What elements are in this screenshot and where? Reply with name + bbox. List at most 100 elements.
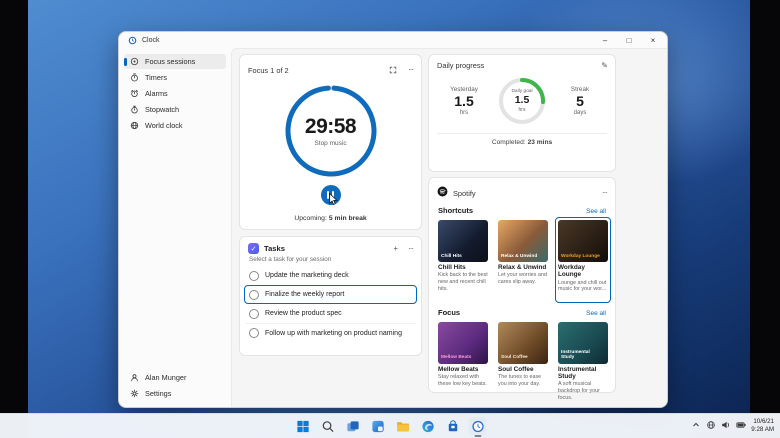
store-icon[interactable] bbox=[444, 417, 462, 435]
see-all-link[interactable]: See all bbox=[586, 208, 606, 215]
sidebar-item-label: Focus sessions bbox=[145, 57, 195, 66]
titlebar[interactable]: Clock – □ × bbox=[119, 32, 667, 48]
widgets-icon[interactable] bbox=[369, 417, 387, 435]
maximize-button[interactable]: □ bbox=[617, 32, 641, 48]
more-options-icon[interactable]: ··· bbox=[408, 245, 413, 253]
task-radio[interactable] bbox=[249, 290, 259, 300]
start-button[interactable] bbox=[294, 417, 312, 435]
tasks-subtitle: Select a task for your session bbox=[240, 256, 421, 266]
playlist-card-instrumental-study[interactable]: Instrumental Study Instrumental Study A … bbox=[555, 319, 611, 405]
expand-icon[interactable] bbox=[389, 61, 397, 79]
spotify-card: Spotify ··· Shortcuts See all Chill Hits… bbox=[428, 177, 616, 393]
playlist-card-relax-unwind[interactable]: Relax & Unwind Relax & Unwind Let your w… bbox=[495, 217, 551, 303]
avatar-icon bbox=[130, 373, 139, 382]
user-name: Alan Munger bbox=[145, 373, 186, 382]
daily-goal-ring: Daily goal 1.5 hrs bbox=[496, 75, 548, 127]
sidebar-item-timers[interactable]: Timers bbox=[124, 70, 226, 85]
playlist-card-workday-lounge[interactable]: Workday Lounge Workday Lounge Lounge and… bbox=[555, 217, 611, 303]
task-label: Finalize the weekly report bbox=[265, 291, 344, 298]
album-art-label: Soul Coffee bbox=[501, 355, 543, 360]
sidebar-item-user[interactable]: Alan Munger bbox=[124, 370, 226, 385]
globe-icon bbox=[130, 121, 139, 130]
sidebar-item-alarms[interactable]: Alarms bbox=[124, 86, 226, 101]
playlist-desc: Stay relaxed with these low key beats. bbox=[438, 374, 488, 394]
tray-overflow-caret-icon[interactable] bbox=[691, 417, 701, 435]
playlist-desc: Lounge and chill out music for your wor.… bbox=[558, 280, 608, 300]
task-item[interactable]: Review the product spec bbox=[245, 304, 416, 323]
album-art: Soul Coffee bbox=[498, 322, 548, 364]
album-art: Instrumental Study bbox=[558, 322, 608, 364]
album-art-label: Chill Hits bbox=[441, 254, 483, 259]
clock-app-icon bbox=[128, 36, 137, 45]
playlist-title: Instrumental Study bbox=[558, 366, 608, 381]
battery-icon[interactable] bbox=[736, 417, 746, 435]
stat-unit: days bbox=[560, 110, 600, 116]
completed-label: Completed: bbox=[492, 139, 526, 146]
sidebar-item-label: Settings bbox=[145, 389, 171, 398]
search-icon[interactable] bbox=[319, 417, 337, 435]
sidebar-item-focus-sessions[interactable]: Focus sessions bbox=[124, 54, 226, 69]
focus-time-remaining: 29:58 bbox=[305, 115, 356, 139]
daily-progress-card: Daily progress ✎ Yesterday 1.5 hrs bbox=[428, 54, 616, 172]
add-task-icon[interactable]: + bbox=[393, 245, 397, 253]
sidebar-item-label: World clock bbox=[145, 121, 183, 130]
task-label: Follow up with marketing on product nami… bbox=[265, 330, 402, 337]
clock-datetime[interactable]: 10/6/21 9:28 AM bbox=[751, 418, 774, 435]
desktop: Clock – □ × Focus sessions Timers Alarms bbox=[0, 0, 780, 438]
focus-session-card: Focus 1 of 2 ··· 29:58 Stop music bbox=[239, 54, 422, 230]
task-radio[interactable] bbox=[249, 271, 259, 281]
task-item-selected[interactable]: Finalize the weekly report bbox=[244, 285, 417, 304]
playlist-desc: The tunes to ease you into your day. bbox=[498, 374, 548, 394]
stat-label: Streak bbox=[560, 86, 600, 93]
edge-browser-icon[interactable] bbox=[419, 417, 437, 435]
clock-app-taskbar-icon[interactable] bbox=[469, 417, 487, 435]
minimize-button[interactable]: – bbox=[593, 32, 617, 48]
task-radio[interactable] bbox=[249, 328, 259, 338]
more-options-icon[interactable]: ··· bbox=[602, 189, 607, 197]
timer-icon bbox=[130, 73, 139, 82]
sidebar-item-label: Timers bbox=[145, 73, 167, 82]
album-art: Chill Hits bbox=[438, 220, 488, 262]
goal-value: 1.5 bbox=[515, 94, 530, 107]
playlist-title: Workday Lounge bbox=[558, 264, 608, 279]
task-radio[interactable] bbox=[249, 309, 259, 319]
playlist-card-chill-hits[interactable]: Chill Hits Chill Hits Kick back to the b… bbox=[435, 217, 491, 303]
focus-sessions-icon bbox=[130, 57, 139, 66]
task-item[interactable]: Update the marketing deck bbox=[245, 266, 416, 285]
edit-pencil-icon[interactable]: ✎ bbox=[601, 62, 607, 70]
file-explorer-icon[interactable] bbox=[394, 417, 412, 435]
sidebar-item-world-clock[interactable]: World clock bbox=[124, 118, 226, 133]
task-item[interactable]: Follow up with marketing on product nami… bbox=[245, 323, 416, 342]
stop-music-label[interactable]: Stop music bbox=[314, 140, 346, 147]
playlist-title: Chill Hits bbox=[438, 264, 488, 271]
shortcuts-section-title: Shortcuts bbox=[438, 206, 473, 215]
yesterday-stat: Yesterday 1.5 hrs bbox=[444, 86, 484, 115]
playlist-desc: A soft musical backdrop for your focus. bbox=[558, 381, 608, 401]
album-art: Mellow Beats bbox=[438, 322, 488, 364]
task-view-icon[interactable] bbox=[344, 417, 362, 435]
sidebar-item-settings[interactable]: Settings bbox=[124, 386, 226, 401]
spotify-icon bbox=[437, 184, 448, 202]
playlist-title: Mellow Beats bbox=[438, 366, 488, 373]
gear-icon bbox=[130, 389, 139, 398]
completed-value: 23 mins bbox=[528, 139, 553, 146]
spotify-title: Spotify bbox=[453, 189, 591, 198]
close-button[interactable]: × bbox=[641, 32, 665, 48]
more-options-icon[interactable]: ··· bbox=[408, 66, 413, 74]
focus-section-title: Focus bbox=[438, 308, 460, 317]
tasks-check-icon: ✓ bbox=[248, 243, 259, 254]
stat-unit: hrs bbox=[444, 110, 484, 116]
volume-icon[interactable] bbox=[721, 417, 731, 435]
playlist-title: Relax & Unwind bbox=[498, 264, 548, 271]
focus-timer-ring: 29:58 Stop music bbox=[283, 83, 379, 179]
playlist-desc: Kick back to the best new and recent chi… bbox=[438, 272, 488, 292]
task-label: Review the product spec bbox=[265, 310, 342, 317]
selection-accent bbox=[124, 58, 127, 66]
see-all-link[interactable]: See all bbox=[586, 310, 606, 317]
network-icon[interactable] bbox=[706, 417, 716, 435]
system-tray: 10/6/21 9:28 AM bbox=[691, 414, 774, 438]
sidebar-item-stopwatch[interactable]: Stopwatch bbox=[124, 102, 226, 117]
playlist-card-soul-coffee[interactable]: Soul Coffee Soul Coffee The tunes to eas… bbox=[495, 319, 551, 405]
playlist-card-mellow-beats[interactable]: Mellow Beats Mellow Beats Stay relaxed w… bbox=[435, 319, 491, 405]
album-art-label: Instrumental Study bbox=[561, 350, 603, 361]
